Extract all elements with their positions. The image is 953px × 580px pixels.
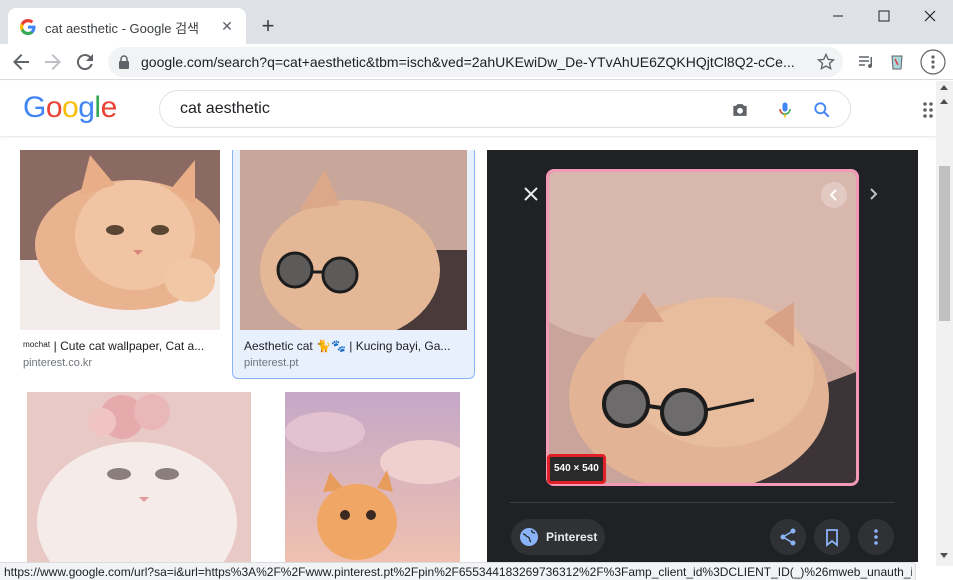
status-url: https://www.google.com/url?sa=i&url=http… [4, 565, 912, 579]
minimize-icon[interactable] [820, 4, 856, 28]
preview-image[interactable] [546, 169, 859, 486]
logo-letter: o [45, 91, 63, 124]
google-favicon-icon [20, 19, 36, 35]
maximize-icon[interactable] [866, 4, 902, 28]
reload-icon[interactable] [73, 50, 97, 74]
share-button[interactable] [770, 519, 806, 555]
share-icon [780, 528, 796, 546]
browser-toolbar: google.com/search?q=cat+aesthetic&tbm=is… [0, 44, 953, 80]
back-arrow-icon[interactable] [9, 50, 33, 74]
logo-letter: g [78, 91, 95, 124]
result-thumbnail[interactable] [27, 392, 251, 562]
site-label: Pinterest [546, 530, 598, 544]
result-caption[interactable]: Aesthetic cat 🐈🐾 | Kucing bayi, Ga... [244, 339, 466, 353]
result-thumbnail[interactable] [20, 150, 220, 330]
logo-letter: e [100, 91, 118, 124]
bookmark-icon [826, 529, 838, 547]
tab-title: cat aesthetic - Google 검색 [45, 21, 199, 36]
chevron-right-icon[interactable] [863, 183, 885, 205]
image-result[interactable] [285, 392, 460, 562]
browser-tab[interactable]: cat aesthetic - Google 검색 ✕ [8, 8, 246, 44]
camera-icon[interactable] [730, 100, 750, 120]
image-dimensions: 540 × 540 [554, 463, 599, 474]
search-icon[interactable] [812, 100, 832, 120]
chevron-left-icon[interactable] [821, 182, 847, 208]
divider [510, 502, 895, 503]
window-close-icon[interactable] [912, 4, 948, 28]
new-tab-button[interactable]: + [256, 14, 280, 38]
preview-image-graphic [549, 172, 856, 483]
image-result[interactable] [27, 392, 251, 562]
image-result[interactable]: ᵐᵒᶜʰᵃᵗ | Cute cat wallpaper, Cat a... pi… [20, 150, 220, 375]
scroll-down-icon[interactable] [940, 553, 948, 558]
url-text: google.com/search?q=cat+aesthetic&tbm=is… [141, 54, 795, 70]
save-button[interactable] [814, 519, 850, 555]
close-icon[interactable] [521, 184, 541, 204]
search-box[interactable]: cat aesthetic [159, 90, 851, 128]
image-dimensions-badge: 540 × 540 [547, 454, 606, 484]
more-vert-icon[interactable] [920, 49, 946, 75]
scroll-up-icon[interactable] [940, 99, 948, 104]
lock-icon [119, 55, 129, 69]
image-preview-panel: 540 × 540 Pinterest [487, 150, 918, 562]
page-scrollbar[interactable] [936, 81, 953, 566]
apps-grid-icon[interactable] [922, 100, 936, 120]
result-thumbnail[interactable] [240, 150, 467, 330]
globe-icon [520, 528, 538, 546]
tab-close-icon[interactable]: ✕ [218, 17, 236, 35]
forward-arrow-icon[interactable] [41, 50, 65, 74]
visit-site-button[interactable]: Pinterest [511, 519, 605, 555]
logo-letter: o [62, 91, 79, 124]
extension-icon[interactable] [887, 52, 907, 72]
media-control-icon[interactable] [857, 52, 877, 72]
bookmark-star-icon[interactable] [816, 52, 836, 72]
google-logo[interactable]: Google [23, 91, 117, 125]
address-bar[interactable]: google.com/search?q=cat+aesthetic&tbm=is… [108, 47, 843, 77]
result-source[interactable]: pinterest.pt [244, 357, 298, 369]
search-input[interactable]: cat aesthetic [180, 100, 270, 118]
result-source[interactable]: pinterest.co.kr [23, 357, 92, 369]
google-header: Google cat aesthetic [0, 81, 936, 136]
tab-strip: cat aesthetic - Google 검색 ✕ + [0, 0, 953, 44]
logo-letter: G [23, 91, 46, 124]
scrollbar-thumb[interactable] [939, 166, 950, 321]
result-thumbnail[interactable] [285, 392, 460, 562]
more-vert-icon [874, 529, 878, 545]
result-caption[interactable]: ᵐᵒᶜʰᵃᵗ | Cute cat wallpaper, Cat a... [23, 339, 218, 353]
status-bar: https://www.google.com/url?sa=i&url=http… [0, 562, 916, 580]
image-result[interactable]: Aesthetic cat 🐈🐾 | Kucing bayi, Ga... pi… [240, 150, 468, 375]
microphone-icon[interactable] [775, 100, 795, 120]
scroll-up-icon[interactable] [940, 85, 948, 90]
more-options-button[interactable] [858, 519, 894, 555]
